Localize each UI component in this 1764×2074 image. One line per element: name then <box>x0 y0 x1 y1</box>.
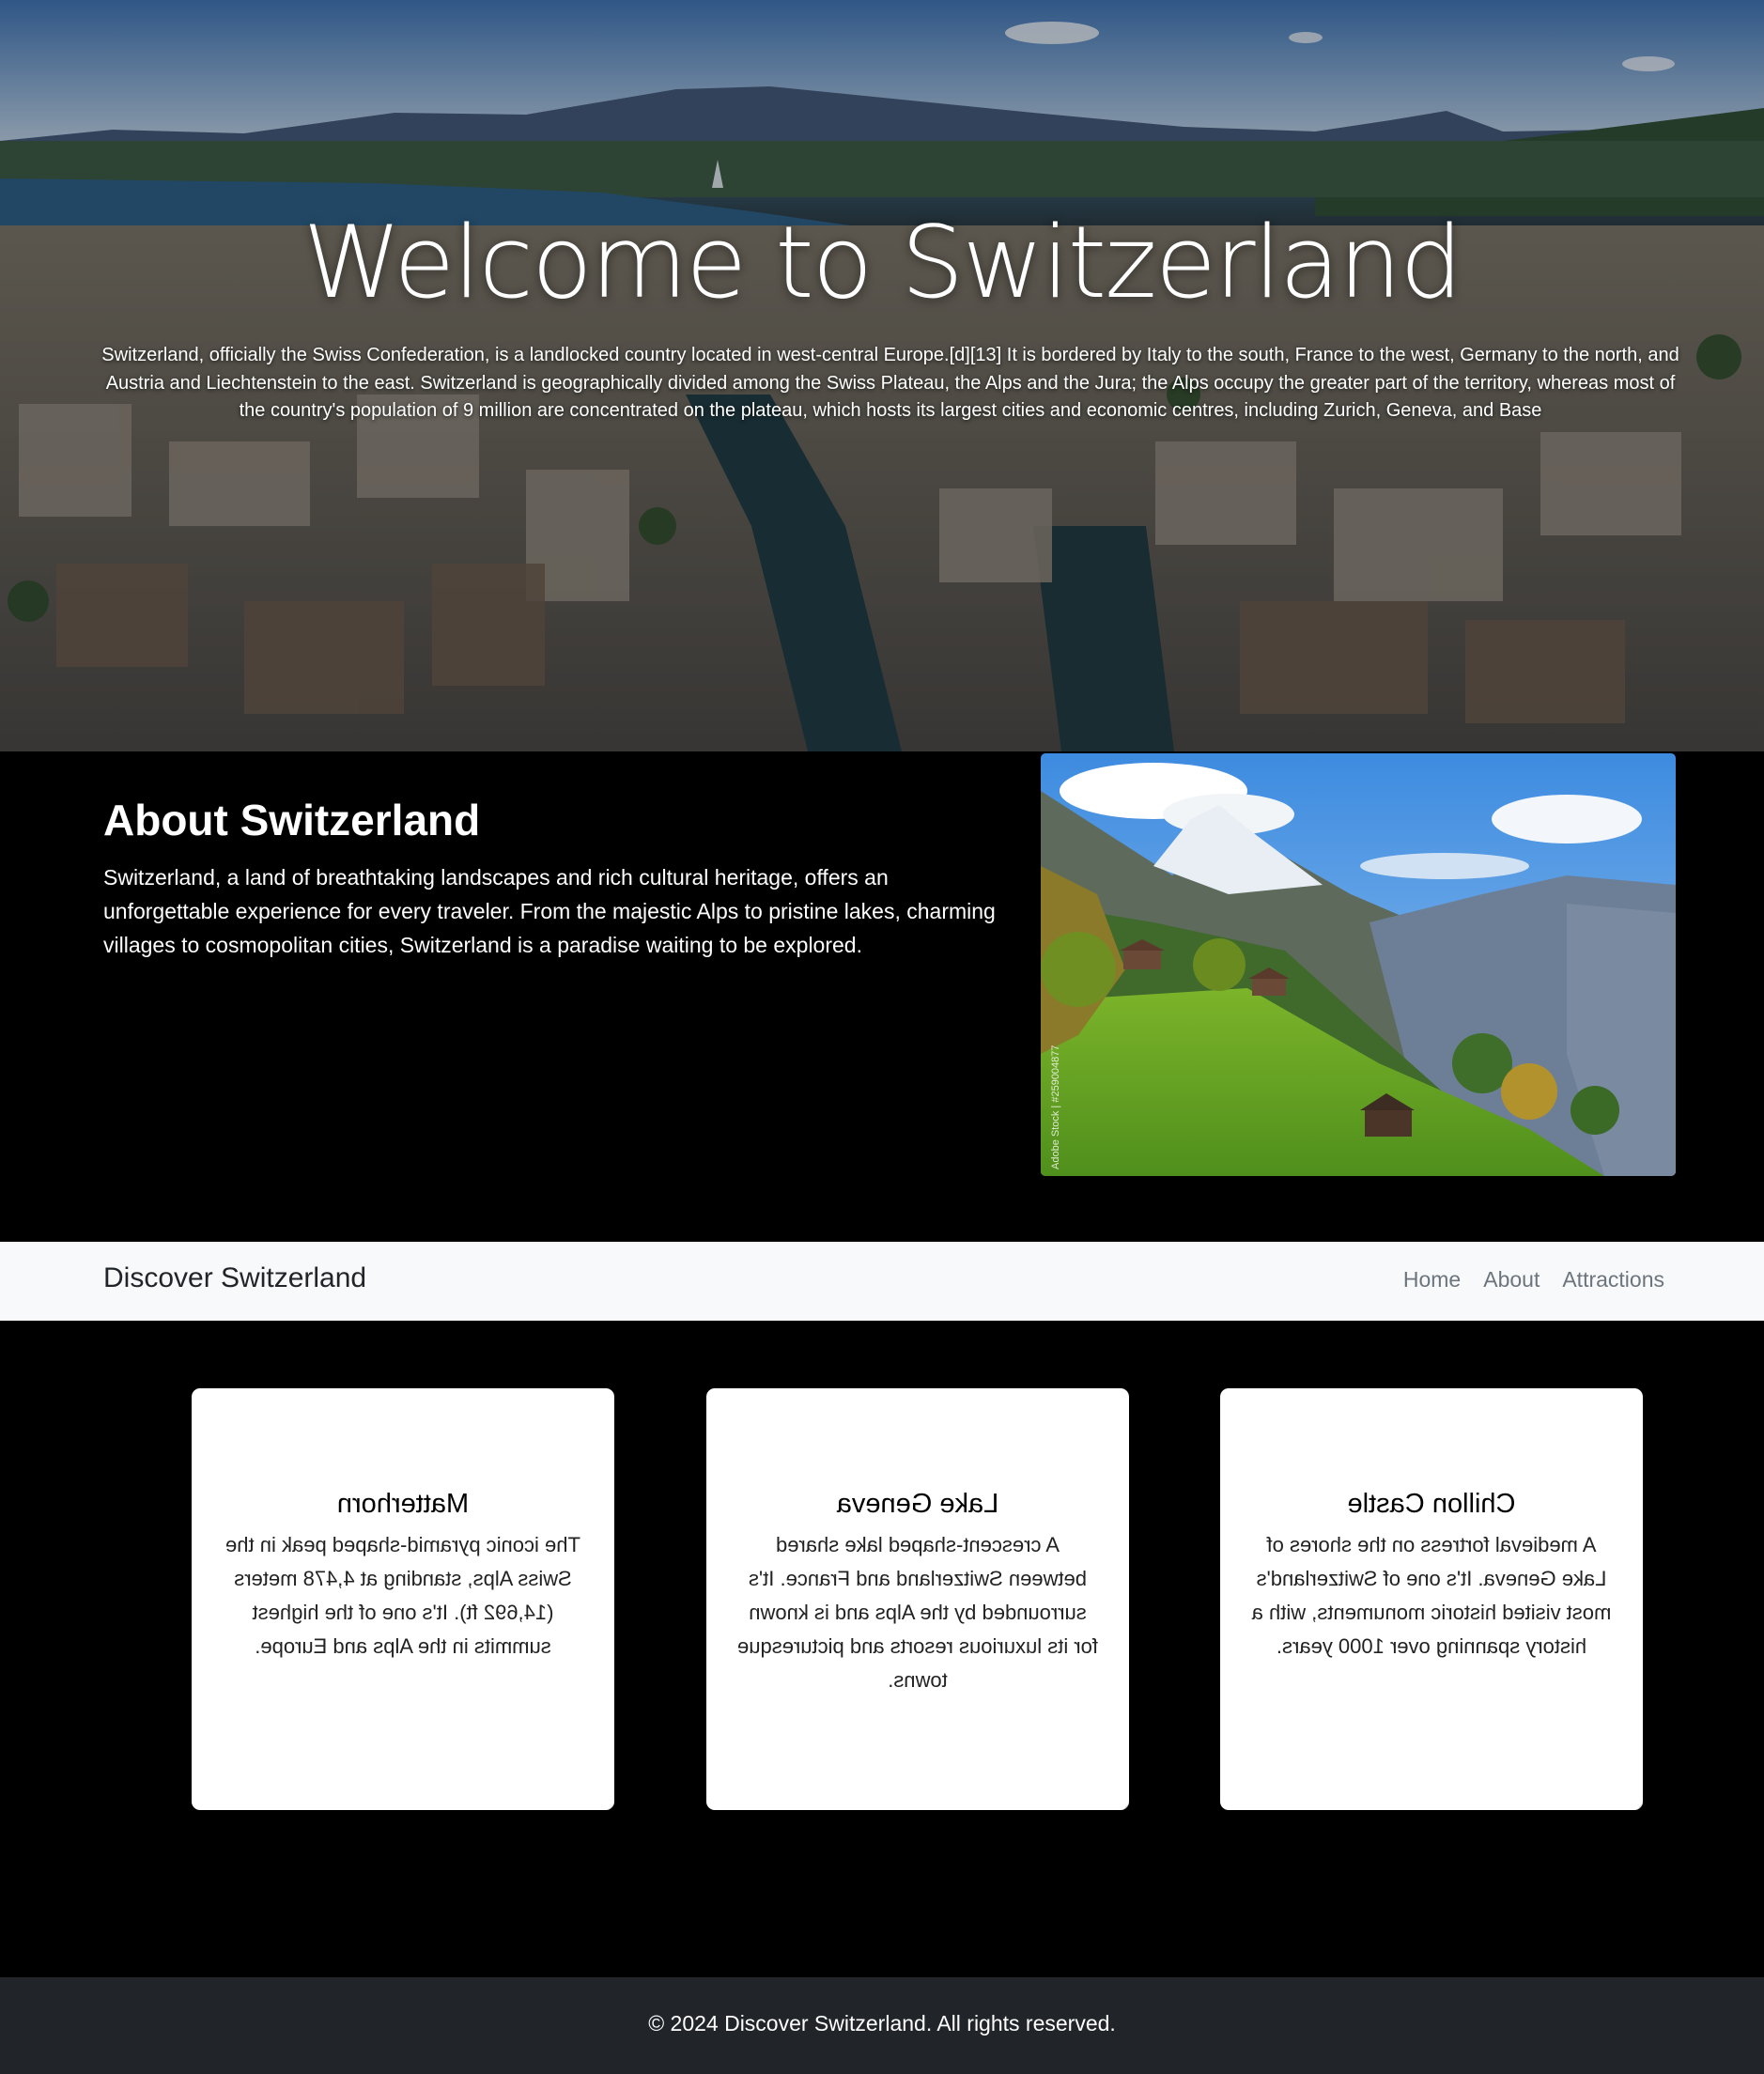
card-title: Matterhorn <box>336 1489 470 1519</box>
nav-links: Home About Attractions <box>1403 1267 1664 1292</box>
footer: © 2024 Discover Switzerland. All rights … <box>0 1977 1764 2074</box>
about-heading: About Switzerland <box>103 796 481 844</box>
navbar: Discover Switzerland Home About Attracti… <box>0 1242 1764 1321</box>
copyright-text: © 2024 Discover Switzerland. All rights … <box>648 2011 1116 2035</box>
card-title: Lake Geneva <box>836 1489 999 1519</box>
card-text: The iconic pyramid-shaped peak in the Sw… <box>225 1533 580 1658</box>
attraction-card-chillon-castle[interactable]: Chillon Castle A medieval fortress on th… <box>1220 1388 1643 1810</box>
nav-link-home[interactable]: Home <box>1403 1267 1461 1292</box>
attraction-card-lake-geneva[interactable]: Lake Geneva A crescent-shaped lake share… <box>706 1388 1129 1810</box>
alpine-valley-photo <box>1041 753 1676 1176</box>
attraction-card-matterhorn[interactable]: Matterhorn The iconic pyramid-shaped pea… <box>192 1388 614 1810</box>
nav-link-about[interactable]: About <box>1483 1267 1540 1292</box>
photo-credit: Adobe Stock | #259004877 <box>1050 1045 1061 1169</box>
about-text: Switzerland, a land of breathtaking land… <box>103 865 996 957</box>
hero-description: Switzerland, officially the Swiss Confed… <box>101 345 1679 421</box>
hero-title: Welcome to Switzerland <box>302 205 1463 320</box>
card-text: A medieval fortress on the shores of Lak… <box>1251 1533 1612 1658</box>
brand-link[interactable]: Discover Switzerland <box>103 1262 366 1294</box>
nav-link-attractions[interactable]: Attractions <box>1562 1267 1664 1292</box>
hero-section: Welcome to Switzerland Switzerland, offi… <box>0 0 1764 751</box>
card-text: A crescent-shaped lake shared between Sw… <box>737 1533 1098 1692</box>
card-title: Chillon Castle <box>1347 1489 1516 1519</box>
